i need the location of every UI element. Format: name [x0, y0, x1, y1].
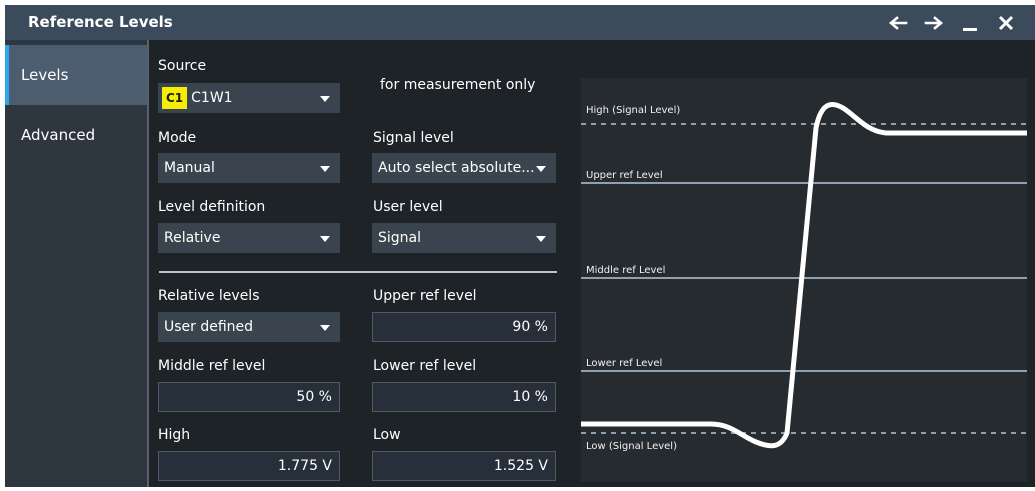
middle-ref-label: Middle ref level: [158, 358, 266, 374]
title-bar: Reference Levels: [5, 5, 1035, 40]
low-signal-label: Low (Signal Level): [586, 441, 677, 452]
user-level-value: Signal: [378, 230, 422, 246]
tab-label: Advanced: [21, 126, 96, 144]
chevron-down-icon: [320, 325, 330, 331]
chevron-down-icon: [320, 236, 330, 242]
back-arrow-icon[interactable]: [887, 11, 909, 35]
channel-badge: C1: [162, 87, 188, 109]
sidebar-divider: [147, 40, 149, 487]
low-input[interactable]: 1.525 V: [372, 451, 556, 481]
source-select[interactable]: C1 C1W1: [158, 83, 340, 113]
waveform-svg: [581, 102, 1027, 449]
lower-ref-label: Lower ref level: [373, 358, 477, 374]
high-signal-label: High (Signal Level): [586, 105, 681, 116]
minimize-icon[interactable]: [959, 11, 981, 35]
sidebar: Levels Advanced: [5, 40, 147, 487]
tab-levels[interactable]: Levels: [5, 45, 147, 105]
mode-label: Mode: [158, 130, 197, 146]
measurement-note: for measurement only: [380, 77, 536, 93]
tab-advanced[interactable]: Advanced: [5, 105, 147, 165]
tab-label: Levels: [21, 66, 69, 84]
chevron-down-icon: [320, 96, 330, 102]
user-level-label: User level: [373, 199, 443, 215]
window-controls: [887, 9, 1017, 37]
signal-level-label: Signal level: [373, 130, 454, 146]
relative-levels-value: User defined: [164, 319, 254, 335]
upper-ref-level-label: Upper ref Level: [586, 170, 663, 181]
mode-value: Manual: [164, 160, 215, 176]
section-divider: [159, 271, 557, 273]
level-definition-label: Level definition: [158, 199, 266, 215]
dialog-title: Reference Levels: [28, 13, 173, 31]
low-label: Low: [373, 427, 401, 443]
upper-ref-label: Upper ref level: [373, 288, 477, 304]
level-definition-select[interactable]: Relative: [158, 223, 340, 253]
lower-ref-level-label: Lower ref Level: [586, 358, 663, 369]
middle-ref-level-label: Middle ref Level: [586, 265, 666, 276]
chevron-down-icon: [320, 166, 330, 172]
forward-arrow-icon[interactable]: [923, 11, 945, 35]
signal-level-select[interactable]: Auto select absolute...: [372, 153, 556, 183]
mode-select[interactable]: Manual: [158, 153, 340, 183]
signal-level-value: Auto select absolute...: [378, 160, 535, 176]
user-level-select[interactable]: Signal: [372, 223, 556, 253]
upper-ref-input[interactable]: 90 %: [372, 312, 556, 342]
level-definition-value: Relative: [164, 230, 221, 246]
high-input[interactable]: 1.775 V: [158, 451, 340, 481]
relative-levels-select[interactable]: User defined: [158, 312, 340, 342]
source-label: Source: [158, 58, 207, 74]
chevron-down-icon: [536, 166, 546, 172]
reference-levels-diagram: High (Signal Level) Upper ref Level Midd…: [581, 78, 1027, 482]
lower-ref-input[interactable]: 10 %: [372, 382, 556, 412]
reference-levels-dialog: Reference Levels Levels Advanced Source: [5, 5, 1035, 487]
middle-ref-input[interactable]: 50 %: [158, 382, 340, 412]
chevron-down-icon: [536, 236, 546, 242]
source-value: C1W1: [191, 90, 233, 106]
relative-levels-label: Relative levels: [158, 288, 260, 304]
close-icon[interactable]: [995, 11, 1017, 35]
high-label: High: [158, 427, 191, 443]
